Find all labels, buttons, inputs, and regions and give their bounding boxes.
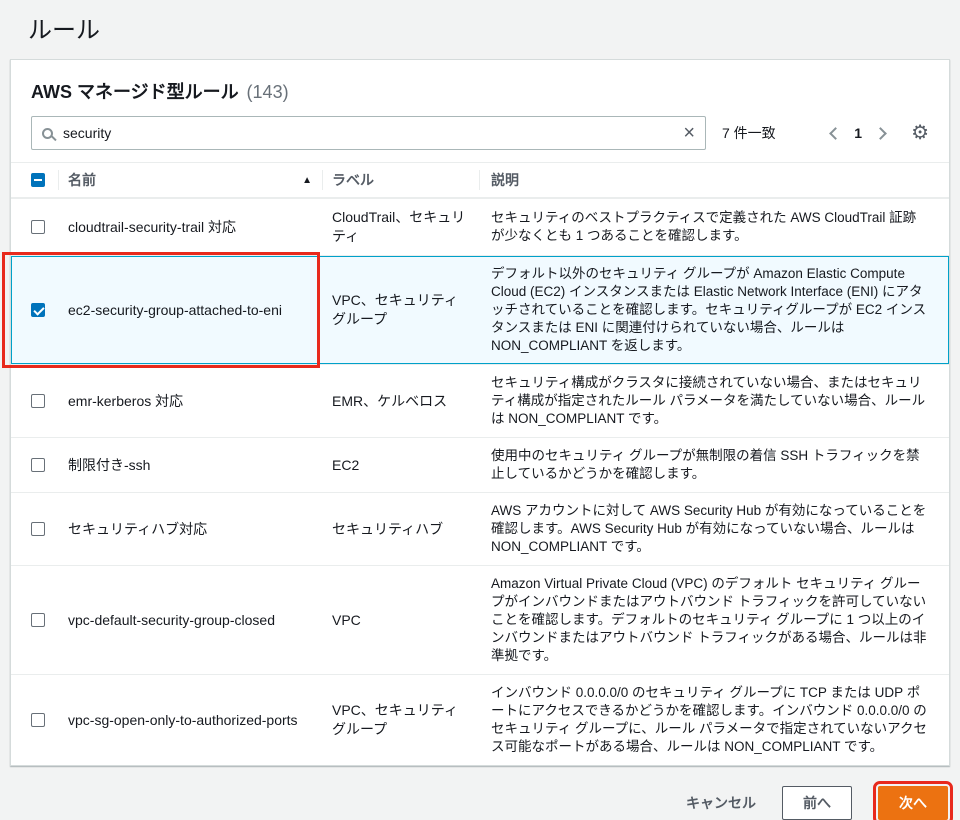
rule-name: ec2-security-group-attached-to-eni [68,301,282,319]
column-header-description[interactable]: 説明 [479,163,949,197]
rule-label: EMR、ケルベロス [332,392,447,411]
rule-label: セキュリティハブ [332,520,443,539]
table-header-row: 名前 ▲ ラベル 説明 [11,162,949,198]
row-checkbox[interactable] [31,613,45,627]
rule-label: VPC、セキュリティ グループ [332,701,469,739]
rule-label: CloudTrail、セキュリティ [332,208,469,246]
table-row: vpc-sg-open-only-to-authorized-ports VPC… [11,674,949,765]
rule-label: VPC [332,611,361,630]
select-all-cell [11,173,58,187]
table-row-selected: ec2-security-group-attached-to-eni VPC、セ… [11,255,949,364]
rule-name: セキュリティハブ対応 [68,520,207,538]
rule-name: cloudtrail-security-trail 対応 [68,218,236,236]
table-row: cloudtrail-security-trail 対応 CloudTrail、… [11,198,949,255]
select-all-checkbox[interactable] [31,173,45,187]
rule-description: 使用中のセキュリティ グループが無制限の着信 SSH トラフィックを禁止している… [491,447,929,483]
settings-gear-icon[interactable]: ⚙ [911,123,929,143]
wizard-footer: キャンセル 前へ 次へ [0,766,960,820]
next-button[interactable]: 次へ [878,786,948,820]
row-checkbox[interactable] [31,713,45,727]
rule-count: (143) [247,82,289,102]
rule-description: AWS アカウントに対して AWS Security Hub が有効になっている… [491,502,929,556]
sort-ascending-icon[interactable]: ▲ [302,175,312,186]
pagination: 1 [831,125,885,141]
rule-description: Amazon Virtual Private Cloud (VPC) のデフォル… [491,575,929,665]
row-checkbox[interactable] [31,458,45,472]
rule-name: emr-kerberos 対応 [68,392,183,410]
previous-page-icon[interactable] [829,127,842,140]
search-input[interactable] [63,125,681,141]
search-icon [42,128,53,139]
rule-name: vpc-sg-open-only-to-authorized-ports [68,711,298,729]
column-header-name[interactable]: 名前 ▲ [58,163,322,197]
column-header-label[interactable]: ラベル [322,163,479,197]
page-number[interactable]: 1 [854,125,862,141]
cancel-button[interactable]: キャンセル [686,793,756,813]
panel-title: AWS マネージド型ルール [31,82,239,102]
rule-description: デフォルト以外のセキュリティ グループが Amazon Elastic Comp… [491,265,929,355]
managed-rules-panel: AWS マネージド型ルール (143) × 7 件一致 1 ⚙ 名前 ▲ ラベル… [10,59,950,766]
page-title: ルール [0,0,960,59]
panel-header: AWS マネージド型ルール (143) [11,60,949,104]
rule-description: セキュリティのベストプラクティスで定義された AWS CloudTrail 証跡… [491,209,929,245]
previous-button[interactable]: 前へ [782,786,852,820]
row-checkbox[interactable] [31,522,45,536]
table-row: emr-kerberos 対応 EMR、ケルベロス セキュリティ構成がクラスタに… [11,364,949,437]
rule-label: VPC、セキュリティ グループ [332,291,469,329]
match-count: 7 件一致 [722,123,776,143]
search-box[interactable]: × [31,116,706,150]
clear-search-icon[interactable]: × [681,123,697,143]
table-row: 制限付き-ssh EC2 使用中のセキュリティ グループが無制限の着信 SSH … [11,437,949,492]
table-toolbar: × 7 件一致 1 ⚙ [11,104,949,162]
row-checkbox[interactable] [31,394,45,408]
rule-label: EC2 [332,456,359,475]
row-checkbox[interactable] [31,220,45,234]
rule-description: セキュリティ構成がクラスタに接続されていない場合、またはセキュリティ構成が指定さ… [491,374,929,428]
table-row: vpc-default-security-group-closed VPC Am… [11,565,949,674]
row-checkbox[interactable] [31,303,45,317]
next-page-icon[interactable] [874,127,887,140]
rule-name: 制限付き-ssh [68,456,150,474]
table-row: セキュリティハブ対応 セキュリティハブ AWS アカウントに対して AWS Se… [11,492,949,565]
rule-description: インバウンド 0.0.0.0/0 のセキュリティ グループに TCP または U… [491,684,929,756]
rule-name: vpc-default-security-group-closed [68,611,275,629]
